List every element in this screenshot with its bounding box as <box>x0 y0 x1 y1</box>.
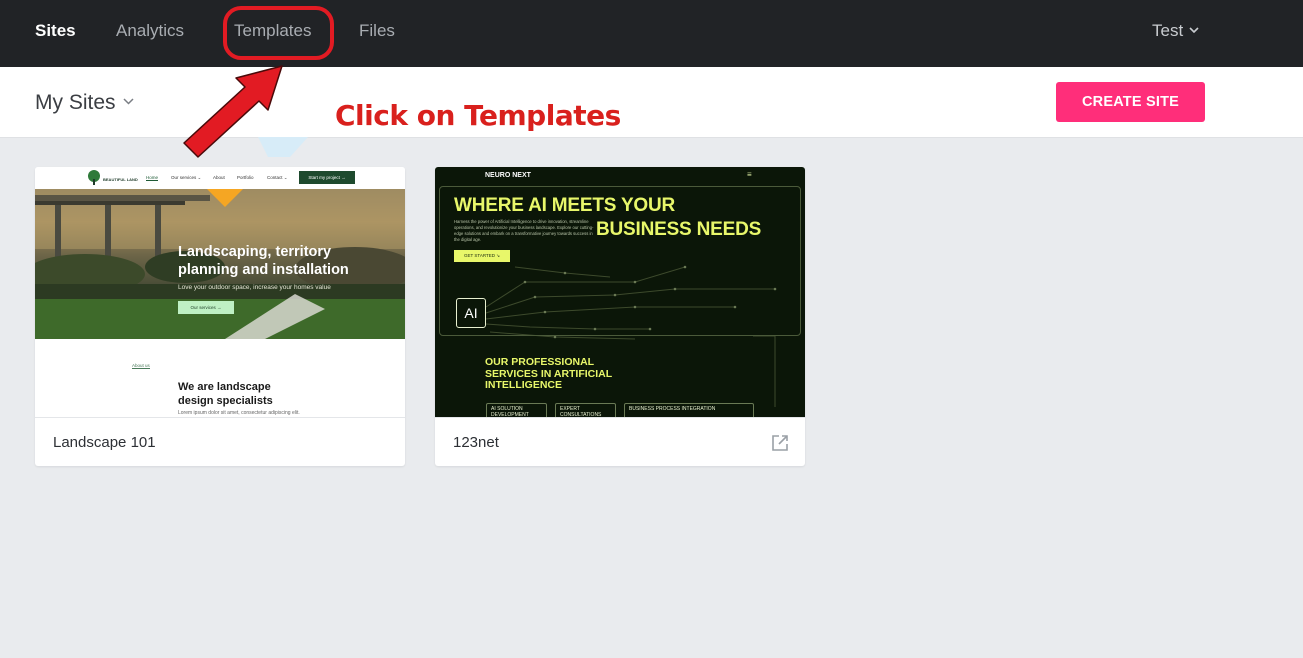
top-navigation: Sites Analytics Templates Files Test <box>0 0 1303 67</box>
user-name: Test <box>1152 21 1184 40</box>
preview-headline-line1: WHERE AI MEETS YOUR <box>454 195 676 216</box>
annotation-arrow-icon <box>183 65 283 158</box>
nav-sites[interactable]: Sites <box>35 21 76 41</box>
preview-get-started-button: GET STARTED ↘ <box>454 250 510 262</box>
nav-files[interactable]: Files <box>359 21 395 41</box>
preview-headline-line2: BUSINESS NEEDS <box>596 219 762 240</box>
preview-intro-text: Harness the power of Artificial Intellig… <box>454 219 594 242</box>
preview-hero: Landscaping, territory planning and inst… <box>35 189 405 339</box>
create-site-button[interactable]: CREATE SITE <box>1056 82 1205 122</box>
preview-services-title: OUR PROFESSIONAL SERVICES IN ARTIFICIAL … <box>485 356 613 391</box>
preview-section-text: Lorem ipsum dolor sit amet, consectetur … <box>178 410 300 416</box>
tree-logo-icon <box>88 170 100 185</box>
preview-cta: Start my project → <box>299 171 355 184</box>
preview-menu-item: About <box>213 175 225 180</box>
preview-logo: BEAUTIFUL LAND <box>103 177 138 182</box>
site-preview-thumbnail[interactable]: BEAUTIFUL LAND Home Our services ⌄ About… <box>35 167 405 417</box>
preview-service-box: EXPERT CONSULTATIONS <box>555 403 616 417</box>
preview-section-label: About us <box>132 363 150 369</box>
site-name[interactable]: 123net <box>453 434 499 452</box>
hamburger-menu-icon: ≡ <box>747 170 752 179</box>
preview-hero-title: Landscaping, territory planning and inst… <box>178 244 349 278</box>
ai-chip-icon: AI <box>456 298 486 328</box>
site-switcher[interactable]: My Sites <box>35 91 134 115</box>
site-name[interactable]: Landscape 101 <box>53 434 156 452</box>
preview-logo: NEURO NEXT <box>485 172 531 179</box>
preview-service-box: AI SOLUTION DEVELOPMENT <box>486 403 547 417</box>
site-switcher-label: My Sites <box>35 91 116 114</box>
site-card-footer: 123net <box>435 417 805 466</box>
preview-hero-button: Our services → <box>178 301 234 314</box>
preview-nav: BEAUTIFUL LAND Home Our services ⌄ About… <box>35 167 405 189</box>
preview-hero-subtitle: Love your outdoor space, increase your h… <box>178 284 331 291</box>
annotation-text: Click on Templates <box>335 99 621 132</box>
user-menu[interactable]: Test <box>1152 21 1199 41</box>
preview-menu-item: Portfolio <box>237 175 254 180</box>
nav-analytics[interactable]: Analytics <box>116 21 184 41</box>
external-link-icon[interactable] <box>771 434 789 452</box>
preview-menu-item: Contact ⌄ <box>267 175 288 180</box>
chevron-down-icon <box>1189 27 1199 34</box>
site-preview-thumbnail[interactable]: NEURO NEXT ≡ WHERE AI MEETS YOUR BUSINES… <box>435 167 805 417</box>
site-card-footer: Landscape 101 <box>35 417 405 466</box>
preview-service-box: BUSINESS PROCESS INTEGRATION <box>624 403 754 417</box>
site-card-123net[interactable]: NEURO NEXT ≡ WHERE AI MEETS YOUR BUSINES… <box>435 167 805 466</box>
preview-menu-item: Our services ⌄ <box>171 175 202 180</box>
site-card-landscape[interactable]: BEAUTIFUL LAND Home Our services ⌄ About… <box>35 167 405 466</box>
chevron-down-icon <box>122 98 134 106</box>
preview-menu-item: Home <box>146 175 159 181</box>
preview-section-title: We are landscape design specialists <box>178 381 273 407</box>
templates-highlight-ring <box>223 6 334 60</box>
